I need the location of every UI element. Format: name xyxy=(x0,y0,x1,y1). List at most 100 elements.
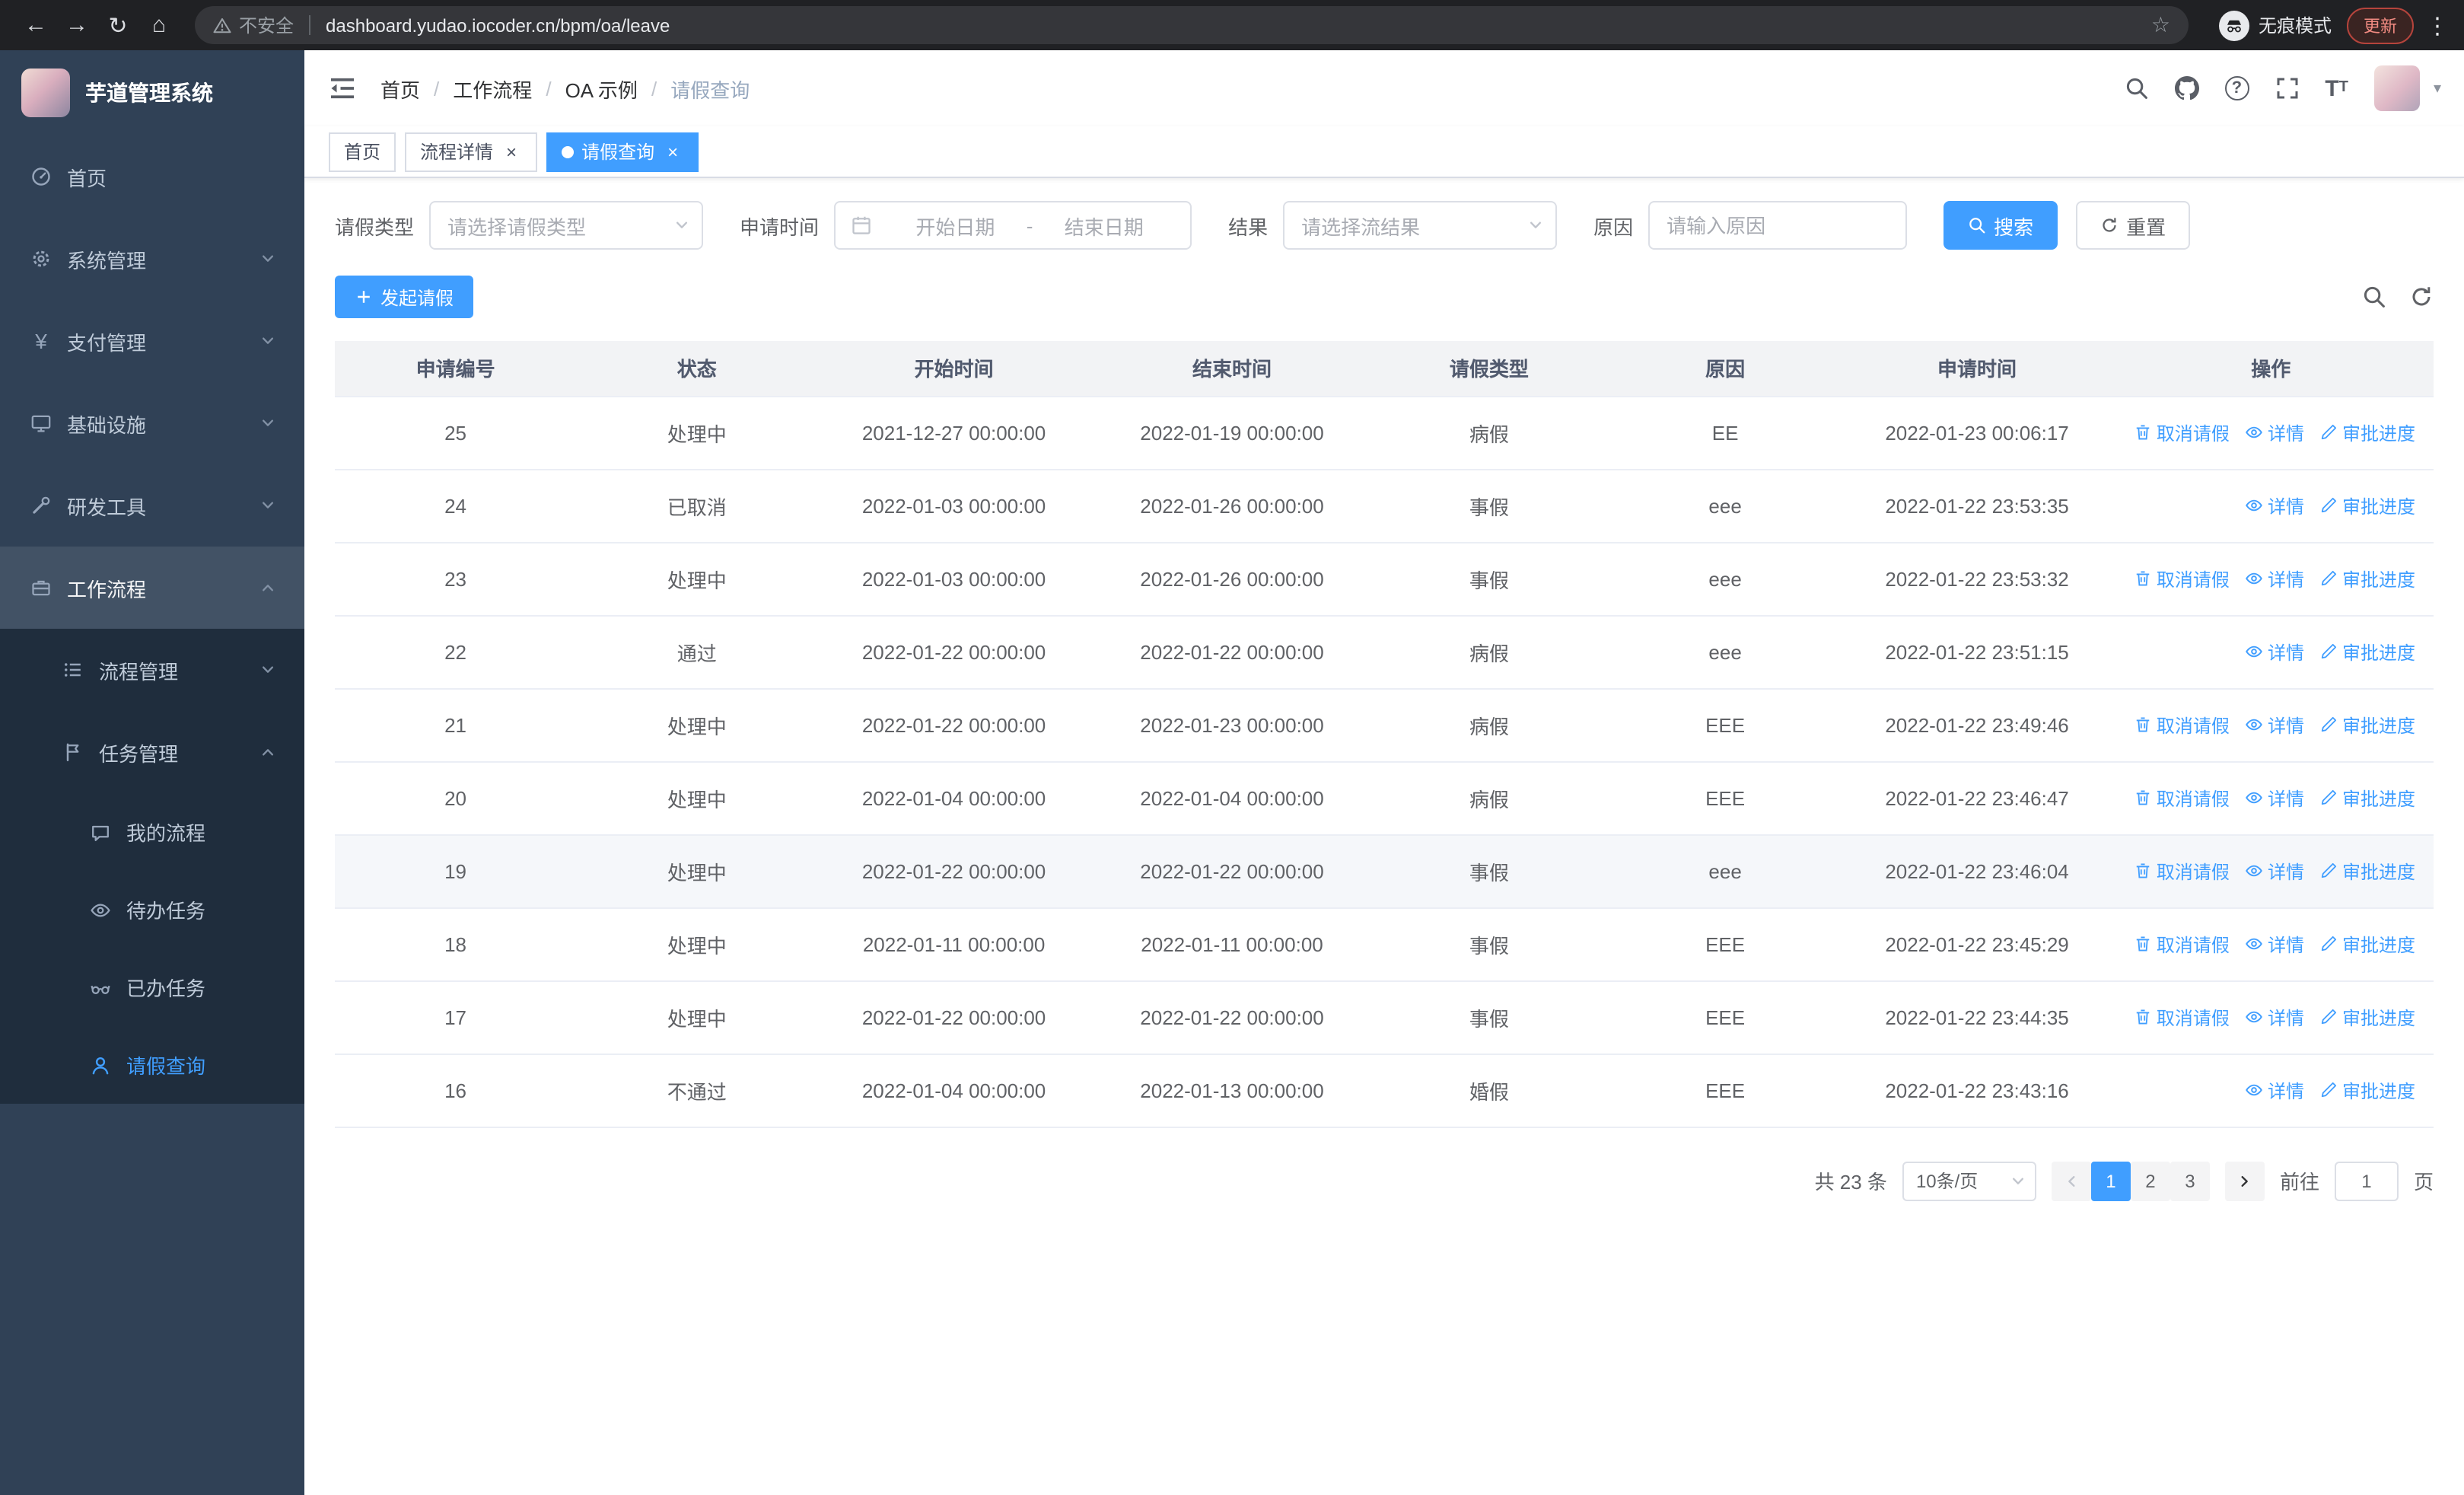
detail-link[interactable]: 详情 xyxy=(2245,712,2304,738)
help-icon-button[interactable]: ? xyxy=(2224,76,2249,100)
apply-time-range-picker[interactable]: 开始日期 - 结束日期 xyxy=(834,201,1192,250)
cancel-leave-link[interactable]: 取消请假 xyxy=(2134,785,2230,811)
user-avatar[interactable] xyxy=(2373,65,2420,111)
reload-button[interactable]: ↻ xyxy=(97,5,138,46)
table-row: 23 处理中 2022-01-03 00:00:00 2022-01-26 00:00… xyxy=(335,542,2434,616)
detail-link[interactable]: 详情 xyxy=(2245,639,2304,665)
cancel-icon xyxy=(2134,423,2152,441)
approval-progress-link[interactable]: 审批进度 xyxy=(2319,639,2415,665)
approval-progress-link[interactable]: 审批进度 xyxy=(2319,712,2415,738)
filter-reason: 原因 xyxy=(1593,201,1908,250)
sidebar-item-system[interactable]: 系统管理 xyxy=(0,218,304,300)
cancel-leave-link[interactable]: 取消请假 xyxy=(2134,858,2230,884)
sidebar-item-devtools[interactable]: 研发工具 xyxy=(0,464,304,547)
bookmark-star-icon[interactable]: ☆ xyxy=(2151,12,2170,38)
cancel-leave-link[interactable]: 取消请假 xyxy=(2134,566,2230,591)
reason-input[interactable] xyxy=(1648,201,1908,250)
active-tab-dot xyxy=(562,145,575,158)
sidebar-item-payment[interactable]: ¥ 支付管理 xyxy=(0,300,304,382)
browser-menu-icon[interactable]: ⋮ xyxy=(2426,11,2449,39)
breadcrumb-item[interactable]: OA 示例 xyxy=(565,74,638,103)
tab-leave-query[interactable]: 请假查询 × xyxy=(546,132,699,171)
sidebar-item-leave-query[interactable]: 请假查询 xyxy=(0,1026,304,1104)
close-icon[interactable]: × xyxy=(662,141,683,162)
sidebar-item-my-process[interactable]: 我的流程 xyxy=(0,793,304,871)
cancel-leave-link[interactable]: 取消请假 xyxy=(2134,419,2230,445)
detail-link[interactable]: 详情 xyxy=(2245,1004,2304,1030)
sidebar-item-process-mgmt[interactable]: 流程管理 xyxy=(0,629,304,711)
forward-button[interactable]: → xyxy=(56,5,97,46)
close-icon[interactable]: × xyxy=(501,141,522,162)
cell-end_time: 2022-01-23 00:00:00 xyxy=(1090,688,1374,762)
home-button[interactable]: ⌂ xyxy=(138,5,180,46)
cancel-leave-link[interactable]: 取消请假 xyxy=(2134,712,2230,738)
detail-link[interactable]: 详情 xyxy=(2245,1077,2304,1103)
next-page-button[interactable] xyxy=(2224,1161,2265,1200)
font-size-icon-button[interactable]: TT xyxy=(2325,77,2348,100)
github-icon-button[interactable] xyxy=(2174,76,2198,100)
detail-link[interactable]: 详情 xyxy=(2245,419,2304,445)
incognito-icon xyxy=(2218,10,2249,40)
sidebar-item-label: 请假查询 xyxy=(126,1055,206,1078)
search-button[interactable]: 搜索 xyxy=(1944,201,2058,250)
url-bar[interactable]: 不安全 dashboard.yudao.iocoder.cn/bpm/oa/le… xyxy=(195,6,2189,44)
app: 芋道管理系统 首页 系统管理 ¥ 支付管理 基础设施 研发工具 工作流程 流程管… xyxy=(0,50,2464,1495)
cell-reason: eee xyxy=(1604,834,1846,908)
page-size-select[interactable]: 10条/页 xyxy=(1902,1161,2036,1200)
sidebar-toggle-icon[interactable] xyxy=(327,73,358,104)
detail-link[interactable]: 详情 xyxy=(2245,566,2304,591)
cancel-leave-link[interactable]: 取消请假 xyxy=(2134,1004,2230,1030)
back-button[interactable]: ← xyxy=(15,5,56,46)
leave-type-select[interactable]: 请选择请假类型 xyxy=(429,201,704,250)
cell-id: 25 xyxy=(335,396,577,470)
cell-leave_type: 事假 xyxy=(1374,980,1605,1054)
cell-leave_type: 事假 xyxy=(1374,542,1605,616)
approval-progress-link[interactable]: 审批进度 xyxy=(2319,492,2415,518)
approval-progress-link[interactable]: 审批进度 xyxy=(2319,566,2415,591)
detail-link[interactable]: 详情 xyxy=(2245,858,2304,884)
cell-end_time: 2022-01-22 00:00:00 xyxy=(1090,834,1374,908)
fullscreen-icon-button[interactable] xyxy=(2275,76,2299,100)
breadcrumb-item[interactable]: 首页 xyxy=(380,74,420,103)
tab-process-detail[interactable]: 流程详情 × xyxy=(405,132,538,171)
sidebar-item-todo-tasks[interactable]: 待办任务 xyxy=(0,871,304,948)
approval-progress-link[interactable]: 审批进度 xyxy=(2319,419,2415,445)
progress-icon xyxy=(2319,716,2338,734)
logo[interactable]: 芋道管理系统 xyxy=(0,50,304,135)
approval-progress-link[interactable]: 审批进度 xyxy=(2319,1004,2415,1030)
approval-progress-link[interactable]: 审批进度 xyxy=(2319,1077,2415,1103)
tools-icon xyxy=(29,495,53,516)
create-leave-button[interactable]: 发起请假 xyxy=(335,276,474,318)
page-button-2[interactable]: 2 xyxy=(2130,1161,2170,1200)
avatar-caret-icon[interactable]: ▾ xyxy=(2434,80,2441,97)
column-header: 操作 xyxy=(2108,341,2434,397)
security-indicator[interactable]: 不安全 xyxy=(213,12,294,38)
approval-progress-link[interactable]: 审批进度 xyxy=(2319,931,2415,957)
refresh-icon-button[interactable] xyxy=(2409,285,2434,309)
update-button[interactable]: 更新 xyxy=(2347,7,2414,43)
sidebar-item-done-tasks[interactable]: 已办任务 xyxy=(0,948,304,1026)
page-button-3[interactable]: 3 xyxy=(2170,1161,2210,1200)
detail-link[interactable]: 详情 xyxy=(2245,785,2304,811)
sidebar-item-task-mgmt[interactable]: 任务管理 xyxy=(0,711,304,793)
search-icon-button[interactable] xyxy=(2124,76,2148,100)
detail-link[interactable]: 详情 xyxy=(2245,931,2304,957)
breadcrumb-item[interactable]: 工作流程 xyxy=(453,74,532,103)
tab-home[interactable]: 首页 xyxy=(329,132,396,171)
cell-leave_type: 病假 xyxy=(1374,688,1605,762)
search-toggle-icon-button[interactable] xyxy=(2362,285,2386,309)
goto-page-input[interactable] xyxy=(2334,1161,2399,1200)
detail-link[interactable]: 详情 xyxy=(2245,492,2304,518)
cell-end_time: 2022-01-04 00:00:00 xyxy=(1090,761,1374,835)
approval-progress-link[interactable]: 审批进度 xyxy=(2319,785,2415,811)
cancel-leave-link[interactable]: 取消请假 xyxy=(2134,931,2230,957)
reset-button[interactable]: 重置 xyxy=(2076,201,2191,250)
progress-icon xyxy=(2319,569,2338,588)
approval-progress-link[interactable]: 审批进度 xyxy=(2319,858,2415,884)
result-select[interactable]: 请选择流结果 xyxy=(1283,201,1558,250)
prev-page-button[interactable] xyxy=(2051,1161,2091,1200)
sidebar-item-workflow[interactable]: 工作流程 xyxy=(0,547,304,629)
page-button-1[interactable]: 1 xyxy=(2090,1161,2131,1200)
sidebar-item-infra[interactable]: 基础设施 xyxy=(0,382,304,464)
sidebar-item-home[interactable]: 首页 xyxy=(0,135,304,218)
